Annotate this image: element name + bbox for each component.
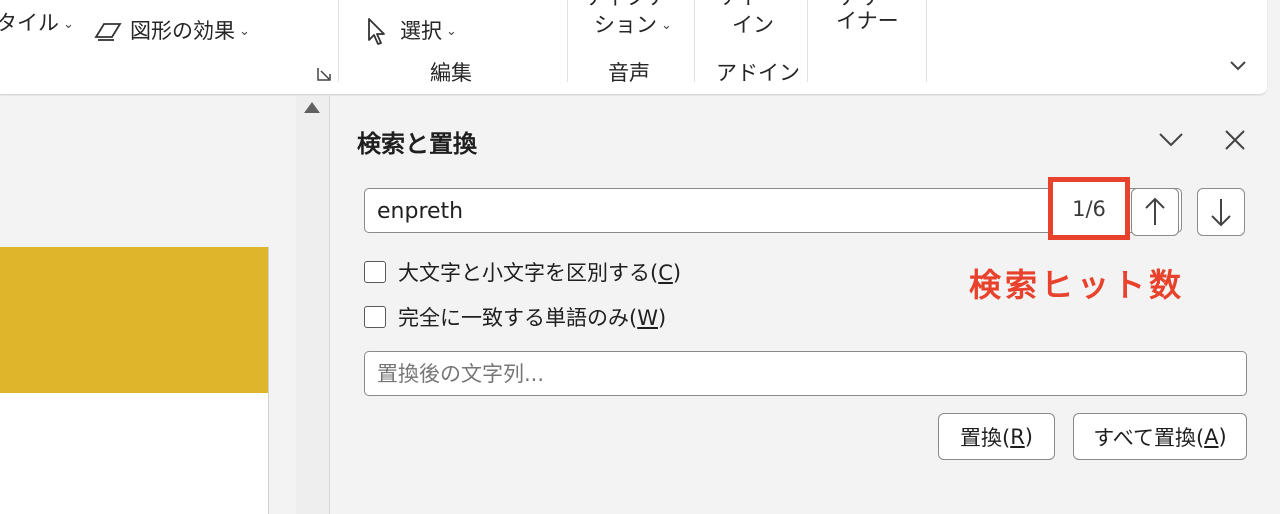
addin-group-label: アドイン: [716, 61, 800, 85]
chevron-down-icon: [1159, 133, 1183, 147]
dialog-launcher-icon[interactable]: [316, 66, 332, 86]
voice-group-label: 音声: [608, 61, 650, 85]
chevron-down-icon: ⌄: [239, 23, 250, 39]
slide-yellow-band: [0, 247, 268, 393]
chevron-down-icon: ⌄: [63, 17, 74, 32]
shape-effects-button[interactable]: 図形の効果 ⌄: [92, 16, 250, 46]
ribbon-expand-chevron-icon[interactable]: [1228, 58, 1248, 77]
pane-collapse-button[interactable]: [1153, 122, 1189, 158]
whole-word-option[interactable]: 完全に一致する単語のみ(W): [364, 302, 666, 332]
addin-button-label[interactable]: イン: [732, 12, 774, 38]
pane-close-button[interactable]: [1217, 122, 1253, 158]
select-label: 選択: [400, 19, 442, 43]
pane-title: 検索と置換: [357, 130, 477, 158]
cursor-arrow-icon: [368, 18, 385, 45]
dictation-top-text: ディクテ: [585, 0, 675, 10]
ribbon-separator: [338, 0, 339, 82]
vertical-scrollbar[interactable]: [296, 96, 330, 514]
previous-result-button[interactable]: [1131, 188, 1179, 236]
match-case-label: 大文字と小文字を区別する(C): [398, 261, 682, 285]
chevron-down-icon: ⌄: [661, 17, 672, 33]
select-button[interactable]: 選択 ⌄: [366, 16, 457, 46]
replace-button[interactable]: 置換(R): [938, 413, 1055, 460]
ribbon-separator: [926, 0, 927, 82]
ribbon-separator: [567, 0, 568, 82]
whole-word-checkbox[interactable]: [364, 306, 386, 328]
close-icon: [1225, 130, 1245, 150]
ribbon: タイル ⌄ 図形の効果 ⌄ 選択 ⌄ 編集 ディクテ ション ⌄ 音声 アド イン…: [0, 0, 1267, 95]
arrow-up-icon: [1145, 197, 1165, 225]
replace-all-button[interactable]: すべて置換(A): [1073, 413, 1247, 460]
ribbon-separator: [807, 0, 808, 82]
scroll-up-arrow-icon[interactable]: [304, 102, 320, 113]
shape-style-command[interactable]: タイル ⌄: [0, 0, 90, 42]
next-result-button[interactable]: [1197, 188, 1245, 236]
replace-input[interactable]: [377, 360, 1227, 388]
shape-effects-icon: [94, 23, 122, 41]
shape-effects-label: 図形の効果: [130, 19, 235, 43]
addin-top-text: アド: [720, 0, 790, 10]
editing-group-label: 編集: [430, 61, 472, 85]
ribbon-separator: [694, 0, 695, 82]
replace-field[interactable]: [364, 351, 1247, 396]
match-case-option[interactable]: 大文字と小文字を区別する(C): [364, 257, 681, 287]
arrow-down-icon: [1211, 199, 1231, 227]
search-input[interactable]: [377, 197, 1017, 225]
dictation-label: ション: [594, 13, 657, 37]
chevron-down-icon: ⌄: [446, 23, 457, 39]
dictation-button[interactable]: ション ⌄: [594, 12, 672, 38]
shape-style-label: タイル: [0, 11, 59, 35]
match-case-checkbox[interactable]: [364, 261, 386, 283]
whole-word-label: 完全に一致する単語のみ(W): [398, 306, 667, 330]
hit-count-annotation: 検索ヒット数: [969, 266, 1186, 304]
search-hit-count: 1/6: [1048, 177, 1130, 240]
slide-thumbnail[interactable]: [0, 247, 269, 514]
designer-button-label[interactable]: イナー: [836, 8, 899, 34]
